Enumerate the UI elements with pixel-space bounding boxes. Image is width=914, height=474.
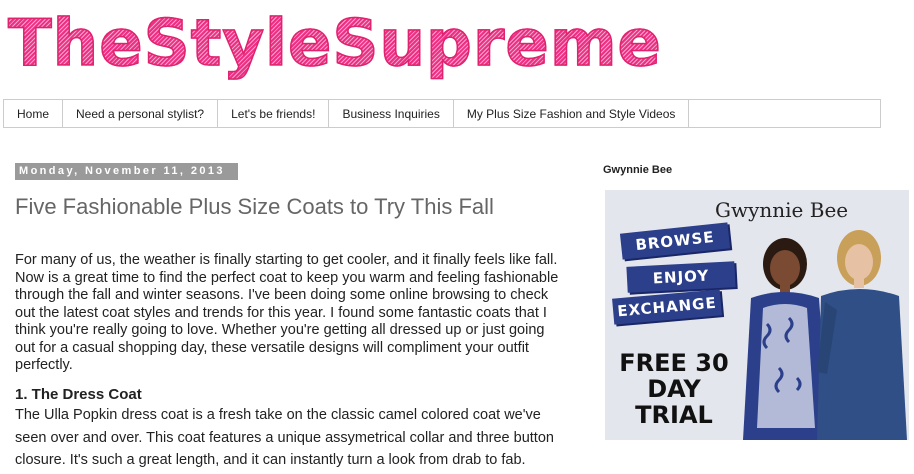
section-body: The Ulla Popkin dress coat is a fresh ta…: [15, 407, 554, 468]
nav-item-home[interactable]: Home: [4, 100, 64, 127]
ad-banner-exchange: EXCHANGE: [612, 289, 722, 325]
main-navigation: Home Need a personal stylist? Let's be f…: [3, 99, 881, 128]
model-figure-right: [817, 230, 907, 440]
ad-banner-browse: BROWSE: [619, 222, 731, 260]
post-date: Monday, November 11, 2013: [15, 163, 238, 180]
post-intro: For many of us, the weather is finally s…: [15, 252, 559, 373]
nav-item-business-inquiries[interactable]: Business Inquiries: [329, 100, 454, 127]
ad-banner-enjoy: ENJOY: [626, 261, 736, 293]
post-body: For many of us, the weather is finally s…: [15, 252, 560, 375]
ad-offer-text: FREE 30 DAY TRIAL: [619, 349, 729, 429]
nav-item-lets-be-friends[interactable]: Let's be friends!: [218, 100, 330, 127]
nav-item-videos[interactable]: My Plus Size Fashion and Style Videos: [454, 100, 690, 127]
gwynnie-bee-ad[interactable]: Gwynnie Bee BROWSE ENJOY EXCHANGE FREE 3…: [605, 190, 909, 440]
site-title[interactable]: TheStyleSupreme: [7, 2, 662, 86]
sidebar-widget-title: Gwynnie Bee: [603, 164, 673, 176]
section-heading: 1. The Dress Coat: [15, 386, 142, 403]
post-title[interactable]: Five Fashionable Plus Size Coats to Try …: [15, 194, 494, 220]
ad-brand: Gwynnie Bee: [715, 198, 849, 222]
nav-item-personal-stylist[interactable]: Need a personal stylist?: [63, 100, 219, 127]
